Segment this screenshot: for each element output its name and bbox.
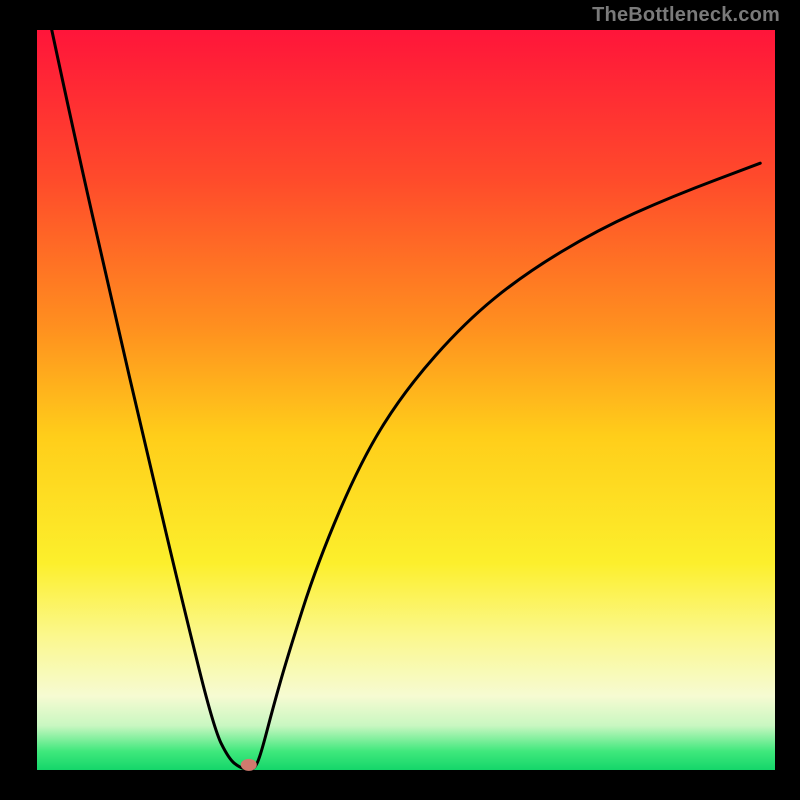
bottleneck-chart [0,0,800,800]
optimal-point-marker [241,759,257,771]
gradient-background [37,30,775,770]
chart-frame: TheBottleneck.com [0,0,800,800]
watermark-text: TheBottleneck.com [592,4,780,27]
